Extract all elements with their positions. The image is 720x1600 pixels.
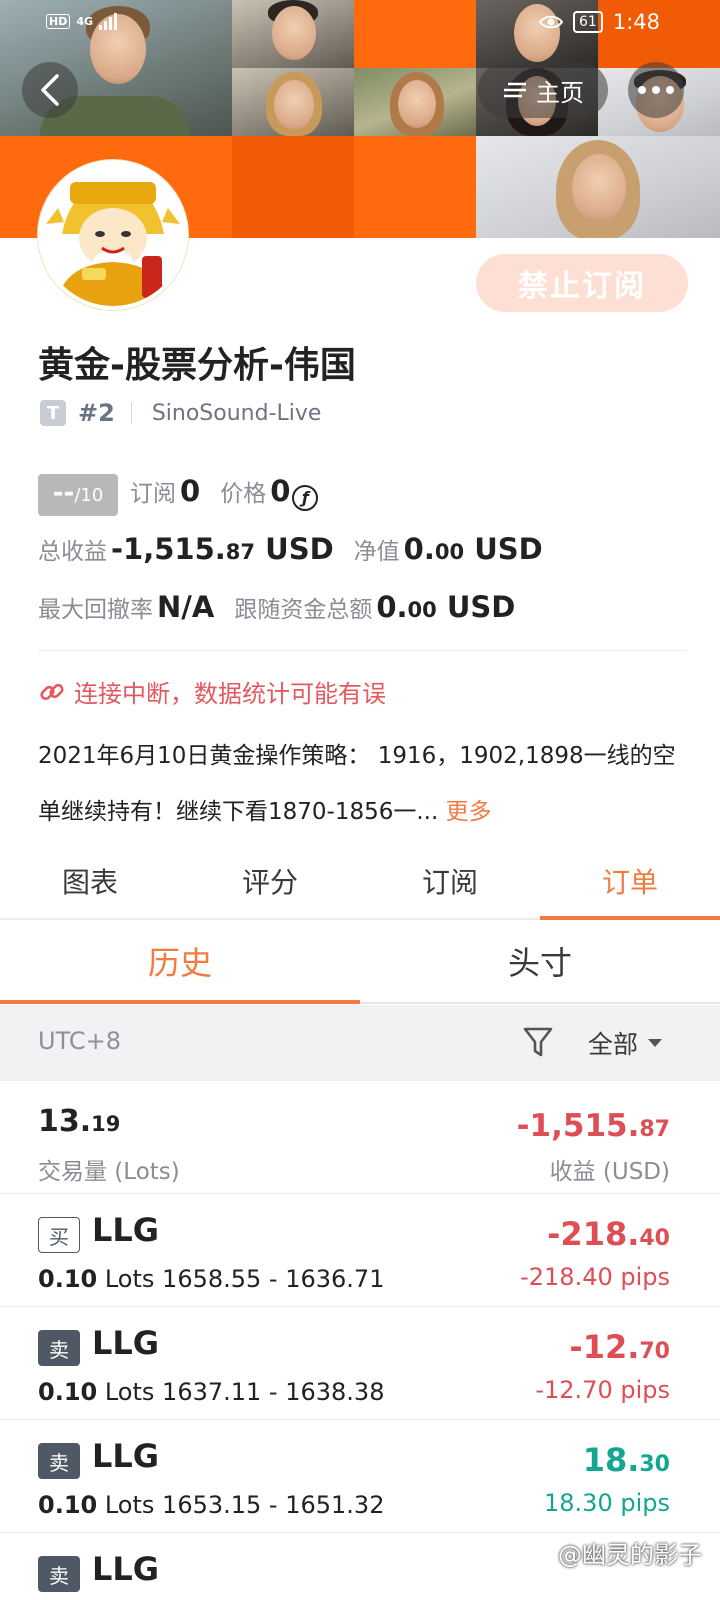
status-bar: HD 4G 61 1:48 bbox=[0, 0, 720, 48]
total-profit-value: -1,515.87 USD bbox=[111, 532, 334, 566]
filter-selection: 全部 bbox=[588, 1030, 639, 1059]
clock: 1:48 bbox=[612, 10, 660, 34]
order-pips: 18.30 pips bbox=[544, 1489, 670, 1517]
home-label: 主页 bbox=[536, 78, 584, 107]
max-drawdown-label: 最大回撤率 bbox=[38, 597, 153, 623]
sell-badge: 卖 bbox=[38, 1556, 80, 1592]
home-button[interactable]: 主页 bbox=[478, 62, 608, 118]
score-value: -- bbox=[52, 478, 75, 508]
connection-warning: 连接中断，数据统计可能有误 bbox=[38, 674, 386, 709]
coin-icon: ƒ bbox=[292, 484, 319, 511]
network-label: 4G bbox=[76, 14, 94, 28]
order-profit: -12.70 bbox=[569, 1328, 670, 1366]
total-profit-label: 总收益 bbox=[38, 539, 107, 565]
order-detail: 0.10 Lots 1658.55 - 1636.71 bbox=[38, 1265, 385, 1293]
max-drawdown-value: N/A bbox=[157, 590, 215, 624]
order-profit: 18.30 bbox=[582, 1441, 670, 1479]
sell-badge: 卖 bbox=[38, 1330, 80, 1366]
battery-indicator: 61 bbox=[573, 11, 603, 33]
order-detail: 0.10 Lots 1637.11 - 1638.38 bbox=[38, 1378, 385, 1406]
order-row[interactable]: 买 LLG 0.10 Lots 1658.55 - 1636.71 -218.4… bbox=[0, 1195, 720, 1307]
divider bbox=[130, 402, 132, 424]
profile-meta: T #2 SinoSound-Live bbox=[40, 398, 321, 428]
order-row[interactable]: 卖 LLG 0.10 Lots 1653.15 - 1651.32 18.30 … bbox=[0, 1421, 720, 1533]
divider bbox=[38, 650, 686, 651]
order-symbol: LLG bbox=[92, 1211, 160, 1249]
buy-badge: 买 bbox=[38, 1217, 80, 1253]
back-arrow-icon bbox=[41, 74, 59, 106]
total-volume-label: 交易量 (Lots) bbox=[38, 1159, 180, 1185]
more-link[interactable]: 更多 bbox=[446, 799, 492, 825]
subscriptions-value: 0 bbox=[180, 474, 201, 508]
follow-funds-value: 0.00 USD bbox=[376, 590, 516, 624]
hd-badge: HD bbox=[46, 13, 71, 29]
order-pips: -218.40 pips bbox=[520, 1263, 670, 1291]
strategy-name: 黄金-股票分析-伟国 bbox=[38, 345, 356, 386]
profile-avatar[interactable] bbox=[38, 160, 188, 310]
order-profit: -218.40 bbox=[547, 1215, 670, 1253]
net-value-value: 0.00 USD bbox=[403, 532, 543, 566]
watermark-text: @幽灵的影子 bbox=[558, 1541, 702, 1569]
history-summary: 13.19 交易量 (Lots) -1,515.87 收益 (USD) bbox=[0, 1082, 720, 1194]
order-symbol: LLG bbox=[92, 1550, 160, 1588]
tab-rating[interactable]: 评分 bbox=[180, 850, 360, 918]
more-dots-icon bbox=[638, 86, 646, 94]
score-badge: --/10 bbox=[38, 474, 118, 516]
banner-photo-woman-4 bbox=[476, 136, 720, 238]
price-value: 0 bbox=[270, 474, 291, 508]
warning-text: 连接中断，数据统计可能有误 bbox=[74, 680, 386, 708]
account-type-badge: T bbox=[40, 400, 66, 426]
menu-lines-icon bbox=[504, 82, 526, 98]
price-label: 价格 bbox=[220, 481, 267, 507]
order-symbol: LLG bbox=[92, 1324, 160, 1362]
net-value-label: 净值 bbox=[353, 539, 400, 565]
eye-icon bbox=[539, 15, 563, 29]
order-subtabs: 历史 头寸 bbox=[0, 922, 720, 1004]
score-max: /10 bbox=[74, 485, 104, 506]
order-row[interactable]: 卖 LLG 0.10 Lots 1637.11 - 1638.38 -12.70… bbox=[0, 1308, 720, 1420]
tab-chart[interactable]: 图表 bbox=[0, 850, 180, 918]
filter-dropdown[interactable]: 全部 bbox=[588, 1025, 663, 1061]
strategy-description: 2021年6月10日黄金操作策略： 1916，1902,1898一线的空单继续持… bbox=[38, 728, 688, 840]
subtab-history[interactable]: 历史 bbox=[0, 922, 360, 1004]
stats-row-3: 最大回撤率 N/A 跟随资金总额 0.00 USD bbox=[38, 590, 515, 624]
subtab-positions[interactable]: 头寸 bbox=[360, 922, 720, 1002]
stats-row-2: 总收益 -1,515.87 USD 净值 0.00 USD bbox=[38, 532, 543, 566]
chevron-down-icon bbox=[648, 1039, 663, 1047]
rank-label: #2 bbox=[78, 399, 115, 427]
order-detail: 0.10 Lots 1653.15 - 1651.32 bbox=[38, 1491, 385, 1519]
sell-badge: 卖 bbox=[38, 1443, 80, 1479]
description-text: 2021年6月10日黄金操作策略： 1916，1902,1898一线的空单继续持… bbox=[38, 743, 676, 825]
signal-icon bbox=[99, 13, 118, 30]
fortune-god-avatar-icon bbox=[42, 164, 184, 306]
stats-row-1: --/10 订阅 0 价格 0 ƒ bbox=[38, 474, 319, 516]
tab-orders[interactable]: 订单 bbox=[540, 850, 720, 920]
total-profit-label: 收益 (USD) bbox=[549, 1159, 670, 1185]
order-pips: -12.70 pips bbox=[535, 1376, 670, 1404]
filter-funnel-icon[interactable] bbox=[522, 1025, 554, 1059]
order-symbol: LLG bbox=[92, 1437, 160, 1475]
weibo-logo-icon bbox=[530, 1547, 550, 1562]
more-options-button[interactable] bbox=[628, 62, 684, 118]
main-tabs: 图表 评分 订阅 订单 bbox=[0, 850, 720, 920]
timezone-label: UTC+8 bbox=[38, 1027, 121, 1055]
follow-funds-label: 跟随资金总额 bbox=[234, 597, 373, 623]
subscribe-button[interactable]: 禁止订阅 bbox=[476, 254, 688, 312]
total-profit: -1,515.87 bbox=[516, 1108, 670, 1144]
broker-server: SinoSound-Live bbox=[151, 400, 322, 426]
broken-link-icon bbox=[40, 683, 64, 700]
filter-bar: UTC+8 全部 bbox=[0, 1005, 720, 1081]
watermark: @幽灵的影子 bbox=[530, 1535, 702, 1570]
total-volume: 13.19 bbox=[38, 1104, 121, 1139]
tab-subscription[interactable]: 订阅 bbox=[360, 850, 540, 918]
banner-photo-woman-1 bbox=[232, 68, 354, 136]
back-button[interactable] bbox=[22, 62, 78, 118]
banner-photo-woman-2 bbox=[354, 68, 476, 136]
subscriptions-label: 订阅 bbox=[130, 481, 176, 507]
